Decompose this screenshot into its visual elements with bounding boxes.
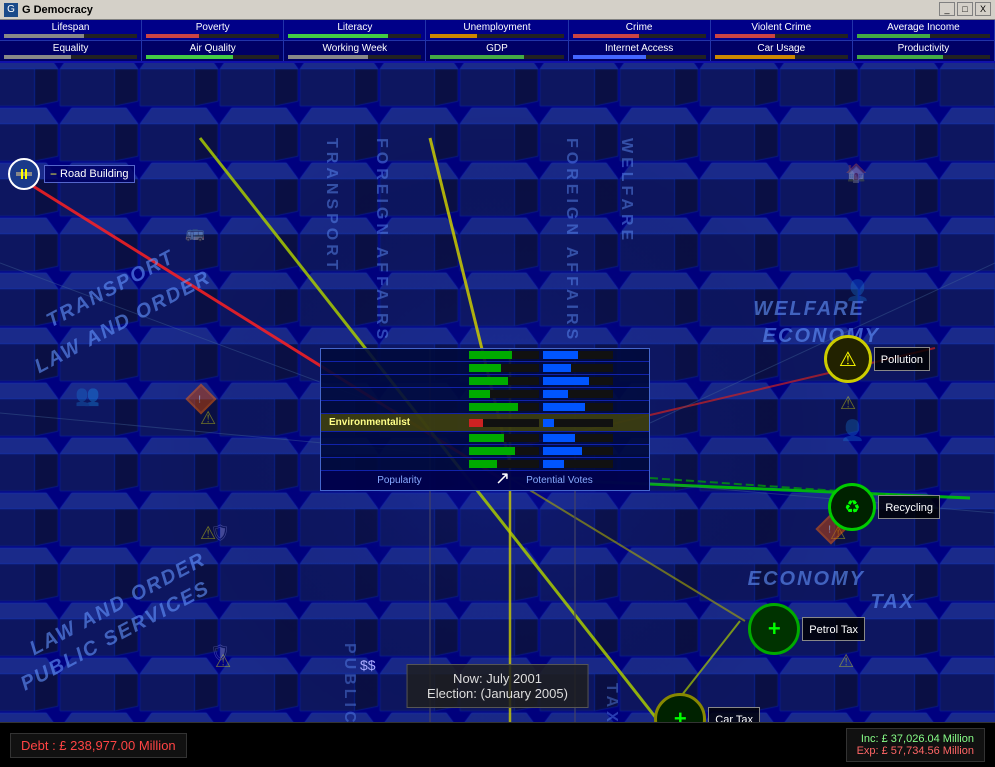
petrol-tax-node[interactable]: + Petrol Tax <box>748 603 865 655</box>
stat-poverty-label: Poverty <box>146 22 279 33</box>
tile-person-icon-3: 👤 <box>840 418 865 443</box>
voter-panel-header: Popularity Potential Votes <box>321 471 649 490</box>
recycling-node[interactable]: ♻ Recycling <box>828 483 940 531</box>
maximize-button[interactable]: □ <box>957 2 973 16</box>
stat-lifespan[interactable]: Lifespan <box>0 20 142 40</box>
tile-person-icon-2: 👤 <box>845 278 870 303</box>
voter-row <box>321 432 649 445</box>
stat-car-usage[interactable]: Car Usage <box>711 41 853 61</box>
stat-productivity[interactable]: Productivity <box>853 41 995 61</box>
tile-person-icon: 👥 <box>75 383 100 408</box>
potential-votes-header: Potential Votes <box>526 475 593 486</box>
road-building-icon <box>8 158 40 190</box>
tile-bus-icon: 🚌 <box>185 223 205 243</box>
road-building-node[interactable]: − Road Building <box>8 158 135 190</box>
stat-violent-crime-label: Violent Crime <box>715 22 848 33</box>
road-building-label: Road Building <box>60 168 129 180</box>
current-date: Now: July 2001 <box>427 671 568 686</box>
tile-warning-2: ⚠ <box>840 393 856 414</box>
diagonal-welfare: WELFARE <box>617 138 635 244</box>
stat-productivity-label: Productivity <box>857 43 990 54</box>
game-area[interactable]: TRANSPORT FOREIGN AFFAIRS FOREIGN AFFAIR… <box>0 63 995 763</box>
election-date: Election: (January 2005) <box>427 686 568 701</box>
stat-air-quality[interactable]: Air Quality <box>142 41 284 61</box>
stat-equality-label: Equality <box>4 43 137 54</box>
title-bar: G G Democracy _ □ X <box>0 0 995 20</box>
label-tax: TAX <box>870 591 915 614</box>
label-economy-2: ECONOMY <box>748 568 865 591</box>
pollution-label: Pollution <box>881 354 923 366</box>
stat-working-week-label: Working Week <box>288 43 421 54</box>
stat-equality[interactable]: Equality <box>0 41 142 61</box>
stat-literacy-label: Literacy <box>288 22 421 33</box>
stats-row-2: Equality Air Quality Working Week GDP In… <box>0 41 995 63</box>
voter-panel: Environmentalist Popularity Potential Vo… <box>320 348 650 491</box>
stat-lifespan-label: Lifespan <box>4 22 137 33</box>
stat-crime-label: Crime <box>573 22 706 33</box>
minimize-button[interactable]: _ <box>939 2 955 16</box>
recycling-label: Recycling <box>885 502 933 514</box>
stat-internet-access-label: Internet Access <box>573 43 706 54</box>
income-display: Inc: £ 37,026.04 Million Exp: £ 57,734.5… <box>846 728 985 762</box>
stats-row-1: Lifespan Poverty Literacy Unemployment C… <box>0 20 995 41</box>
diagonal-foreign-affairs-1: FOREIGN AFFAIRS <box>372 138 390 343</box>
tile-shield-icon: 🛡 <box>210 523 230 543</box>
stat-violent-crime[interactable]: Violent Crime <box>711 20 853 40</box>
stat-unemployment[interactable]: Unemployment <box>426 20 568 40</box>
diagonal-tax: TAX <box>602 683 620 726</box>
dollar-sign: $$ <box>360 657 376 673</box>
stat-air-quality-label: Air Quality <box>146 43 279 54</box>
voter-row <box>321 401 649 414</box>
bottom-bar: Debt : £ 238,977.00 Million Inc: £ 37,02… <box>0 722 995 767</box>
stat-average-income[interactable]: Average Income <box>853 20 995 40</box>
stat-poverty[interactable]: Poverty <box>142 20 284 40</box>
close-button[interactable]: X <box>975 2 991 16</box>
diagonal-foreign-affairs-2: FOREIGN AFFAIRS <box>562 138 580 343</box>
stat-working-week[interactable]: Working Week <box>284 41 426 61</box>
voter-row <box>321 375 649 388</box>
tile-house-icon: 🏠 <box>845 163 867 184</box>
environmentalist-label: Environmentalist <box>329 417 469 428</box>
voter-row <box>321 388 649 401</box>
diagonal-transport: TRANSPORT <box>322 138 340 274</box>
stat-gdp-label: GDP <box>430 43 563 54</box>
stat-unemployment-label: Unemployment <box>430 22 563 33</box>
stat-gdp[interactable]: GDP <box>426 41 568 61</box>
stat-car-usage-label: Car Usage <box>715 43 848 54</box>
stat-literacy[interactable]: Literacy <box>284 20 426 40</box>
voter-row <box>321 362 649 375</box>
income-row: Inc: £ 37,026.04 Million <box>857 733 974 745</box>
stat-crime[interactable]: Crime <box>569 20 711 40</box>
pollution-node[interactable]: ⚠ Pollution <box>824 335 930 383</box>
voter-row <box>321 349 649 362</box>
window-controls: _ □ X <box>939 2 991 16</box>
app-icon: G <box>4 3 18 17</box>
debt-label: Debt : £ 238,977.00 Million <box>21 738 176 753</box>
stat-internet-access[interactable]: Internet Access <box>569 41 711 61</box>
environmentalist-voter-row[interactable]: Environmentalist <box>321 414 649 432</box>
tile-shield-icon-2: 🛡 <box>210 643 230 663</box>
voter-row <box>321 458 649 471</box>
expense-row: Exp: £ 57,734.56 Million <box>857 745 974 757</box>
window-title: G Democracy <box>22 4 93 16</box>
voter-row <box>321 445 649 458</box>
stat-average-income-label: Average Income <box>857 22 990 33</box>
date-display: Now: July 2001 Election: (January 2005) <box>406 664 589 708</box>
debt-display: Debt : £ 238,977.00 Million <box>10 733 187 758</box>
petrol-tax-label: Petrol Tax <box>809 624 858 636</box>
popularity-header: Popularity <box>377 475 421 486</box>
